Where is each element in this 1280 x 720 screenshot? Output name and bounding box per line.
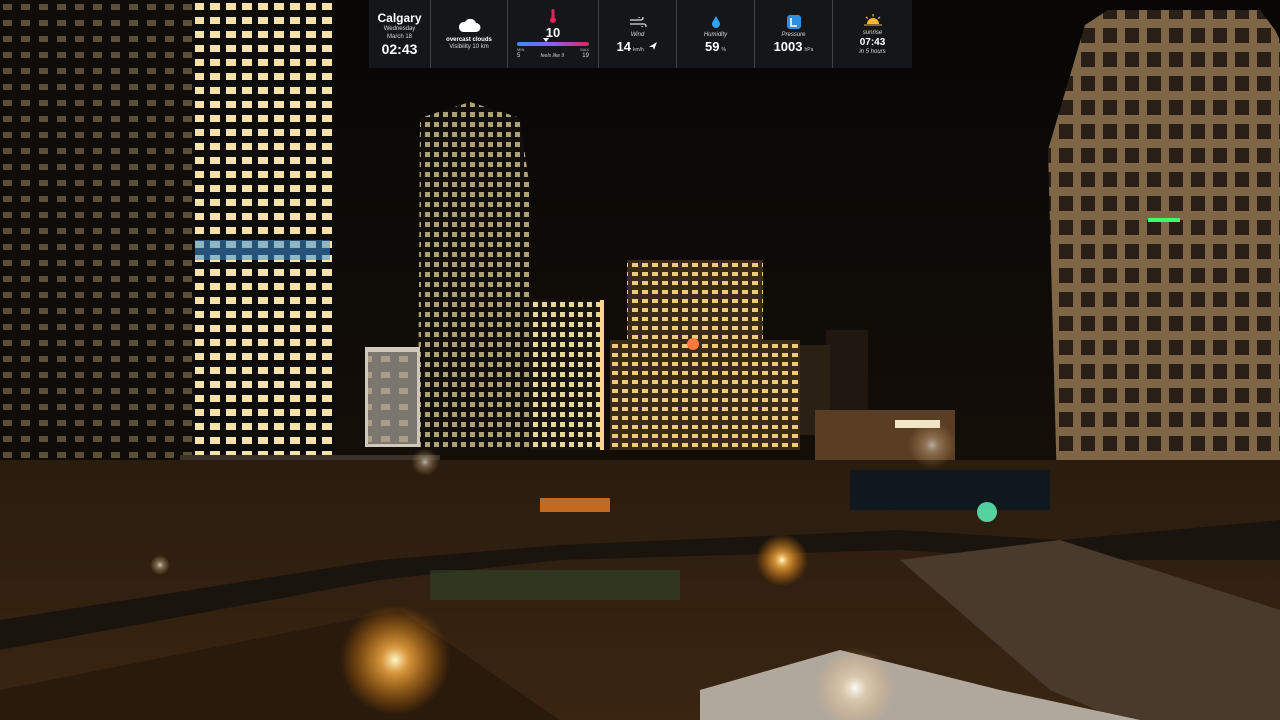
sunrise-countdown: in 5 hours [859,48,886,55]
sunrise-label: sunrise [862,29,883,36]
wind-direction-icon [649,41,658,50]
wind-readout: 14 km/h [617,39,659,54]
temperature-panel: 10 MIN 5 feels like 9 MAX 19 [508,0,599,68]
date: March 18 [386,33,412,40]
sunrise-icon [863,13,882,27]
temperature-range-labels: MIN 5 feels like 9 MAX 19 [517,47,589,59]
weekday: Wednesday [383,25,416,32]
humidity-readout: 59% [705,39,726,54]
condition-panel: overcast clouds Visibility 10 km [431,0,508,68]
sunrise-panel: sunrise 07:43 in 5 hours [833,0,912,68]
clock-time: 02:43 [381,40,418,57]
feels-like-text: feels like 9 [540,53,565,59]
humidity-label: Humidity [703,31,728,38]
city-night-scene [0,0,1280,720]
temperature-range-bar [517,38,589,46]
wind-value: 14 [616,38,631,54]
humidity-value: 59 [705,38,720,54]
pressure-value: 1003 [773,38,803,54]
temp-max-value: 19 [582,53,589,59]
sunrise-time: 07:43 [859,36,886,48]
wind-icon [629,15,647,29]
pressure-unit: hPa [804,46,814,53]
city-night-illustration [0,0,1280,720]
wind-label: Wind [630,31,645,38]
temp-min-value: 5 [517,53,521,59]
humidity-unit: % [721,46,726,53]
thermometer-icon [549,9,557,23]
pressure-panel: Pressure 1003 hPa [755,0,833,68]
location-time-panel: Calgary Wednesday March 18 02:43 [369,0,431,68]
temp-max-group: MAX 19 [580,47,589,59]
pressure-readout: 1003 hPa [774,39,814,54]
wind-panel: Wind 14 km/h [599,0,677,68]
city-name: Calgary [377,10,422,25]
temperature-marker [543,38,549,42]
visibility-text: Visibility 10 km [449,43,489,50]
droplet-icon [711,15,721,29]
humidity-panel: Humidity 59% [677,0,755,68]
cloud-icon [457,18,481,32]
pressure-gauge-icon [786,14,801,29]
wind-unit: km/h [633,46,644,53]
pressure-label: Pressure [781,31,806,38]
temp-min-group: MIN 5 [517,47,524,59]
weather-widget: Calgary Wednesday March 18 02:43 overcas… [369,0,912,68]
